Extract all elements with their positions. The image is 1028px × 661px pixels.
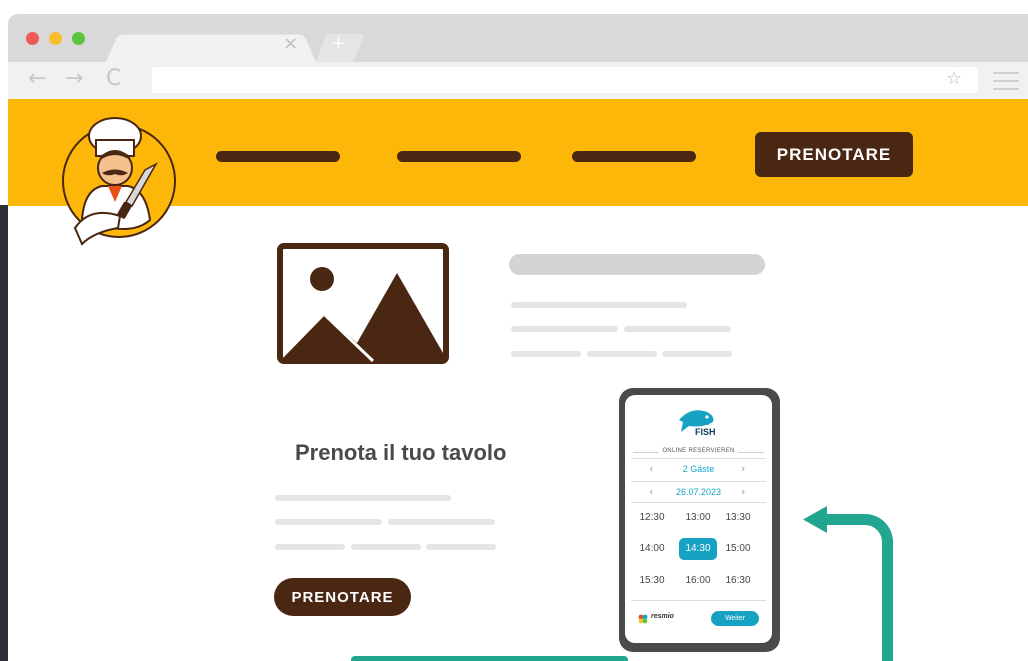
powered-by-label: resmio — [651, 613, 674, 620]
reservation-widget: THE FISH ONLINE RESERVIEREN ‹ 2 Gäste › … — [625, 395, 772, 643]
text-line-placeholder — [351, 544, 421, 550]
reload-icon[interactable]: C — [106, 66, 121, 91]
header-book-button[interactable]: PRENOTARE — [755, 132, 913, 177]
bookmark-star-icon[interactable]: ☆ — [946, 68, 962, 89]
text-line-placeholder — [275, 495, 451, 501]
arrow-shaft — [882, 540, 893, 661]
text-line-placeholder — [624, 326, 731, 332]
time-slot[interactable]: 13:30 — [719, 507, 757, 529]
text-line-placeholder — [388, 519, 495, 525]
widget-heading: ONLINE RESERVIEREN — [625, 448, 772, 454]
text-line-placeholder — [511, 351, 581, 357]
widget-heading-text: ONLINE RESERVIEREN — [659, 448, 738, 454]
guest-count: 2 Gäste — [682, 464, 715, 474]
divider — [631, 600, 766, 601]
time-slot[interactable]: 16:30 — [719, 570, 757, 592]
minimize-window-dot[interactable] — [49, 32, 62, 45]
image-placeholder-icon — [277, 243, 449, 364]
browser-menu-icon[interactable] — [993, 72, 1019, 96]
brand-name-line2: FISH — [695, 427, 716, 437]
text-line-placeholder — [662, 351, 732, 357]
time-slot[interactable]: 13:00 — [679, 507, 717, 529]
maximize-window-dot[interactable] — [72, 32, 85, 45]
plus-icon[interactable]: + — [331, 33, 346, 54]
hero-title: Prenota il tuo tavolo — [295, 440, 507, 465]
chevron-right-icon[interactable]: › — [741, 485, 745, 498]
date-selector[interactable]: ‹ 26.07.2023 › — [631, 481, 766, 502]
text-line-placeholder — [426, 544, 496, 550]
time-slot[interactable]: 15:30 — [633, 570, 671, 592]
resmio-logo-icon — [638, 614, 648, 624]
forward-arrow-icon[interactable]: → — [65, 66, 83, 91]
text-line-placeholder — [275, 544, 345, 550]
arrow-shaft — [826, 514, 866, 525]
heading-placeholder — [509, 254, 765, 275]
nav-link-2[interactable] — [397, 151, 521, 162]
divider — [631, 502, 766, 503]
nav-link-1[interactable] — [216, 151, 340, 162]
tab-close-icon[interactable]: × — [283, 33, 298, 54]
chef-mascot-icon — [73, 117, 158, 246]
arrow-head-icon — [803, 506, 827, 533]
text-line-placeholder — [511, 326, 618, 332]
time-slot[interactable]: 15:00 — [719, 538, 757, 560]
address-bar[interactable] — [152, 67, 978, 93]
next-button[interactable]: Weiter — [711, 611, 759, 626]
selected-date: 26.07.2023 — [675, 487, 722, 497]
chevron-right-icon[interactable]: › — [741, 462, 745, 475]
guest-selector[interactable]: ‹ 2 Gäste › — [631, 458, 766, 479]
time-slot[interactable]: 14:00 — [633, 538, 671, 560]
time-slot[interactable]: 12:30 — [633, 507, 671, 529]
decorative-bar — [351, 656, 628, 661]
time-slot[interactable]: 16:00 — [679, 570, 717, 592]
back-arrow-icon[interactable]: ← — [28, 66, 46, 91]
text-line-placeholder — [275, 519, 382, 525]
text-line-placeholder — [587, 351, 657, 357]
time-slot-selected[interactable]: 14:30 — [679, 538, 717, 560]
hero-book-button[interactable]: PRENOTARE — [274, 578, 411, 616]
close-window-dot[interactable] — [26, 32, 39, 45]
text-line-placeholder — [511, 302, 687, 308]
nav-link-3[interactable] — [572, 151, 696, 162]
